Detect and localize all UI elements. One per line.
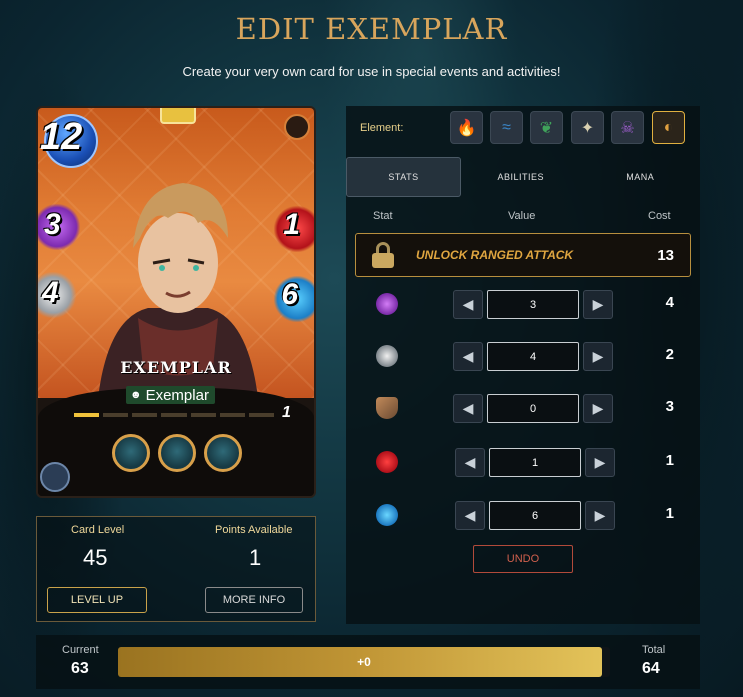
level-segment (103, 413, 129, 417)
stat-column-header: Stat (373, 210, 393, 222)
card-melee-value: 4 (42, 276, 59, 309)
points-delta-label: +0 (357, 655, 371, 669)
armor-shield-icon (376, 397, 398, 419)
death-element-icon[interactable]: ☠ (611, 111, 644, 144)
element-label: Element: (360, 122, 404, 134)
mask-icon: ☻ (130, 389, 142, 401)
total-points-label: Total (642, 644, 666, 656)
points-summary-bar: Current 63 +0 Total 64 (36, 635, 700, 689)
health-cost: 1 (665, 452, 674, 469)
decrease-health-button[interactable]: ◀ (455, 448, 485, 477)
unlock-ranged-label: UNLOCK RANGED ATTACK (416, 248, 574, 262)
points-available-value: 1 (249, 545, 262, 570)
points-available-label: Points Available (215, 524, 293, 536)
level-segment (161, 413, 187, 417)
robot-icon (204, 434, 242, 472)
health-heart-icon (376, 451, 398, 473)
decrease-speed-button[interactable]: ◀ (455, 501, 485, 530)
tab-stats[interactable]: STATS (346, 157, 461, 197)
magic-cost: 4 (665, 294, 674, 311)
card-level-number: 1 (282, 404, 291, 421)
speed-boot-icon (376, 504, 398, 526)
stat-row-health: ◀ ▶ 1 (346, 446, 700, 478)
melee-cost: 2 (665, 346, 674, 363)
total-points-value: 64 (642, 660, 660, 677)
level-segment (132, 413, 158, 417)
level-up-button[interactable]: LEVEL UP (47, 587, 147, 613)
unlock-ranged-attack-button[interactable]: UNLOCK RANGED ATTACK 13 (355, 233, 691, 277)
value-column-header: Value (508, 210, 536, 222)
more-info-button[interactable]: MORE INFO (205, 587, 303, 613)
speed-cost: 1 (665, 505, 674, 522)
level-segment (248, 413, 274, 417)
earth-element-icon[interactable]: ❦ (530, 111, 563, 144)
increase-magic-button[interactable]: ▶ (583, 290, 613, 319)
card-preview: 12 3 4 1 6 EXEMPLAR ☻ Exemplar 1 (36, 106, 316, 498)
cost-column-header: Cost (648, 210, 671, 222)
lock-icon (372, 242, 394, 268)
card-type-badge: ☻ Exemplar (126, 386, 215, 404)
decrease-magic-button[interactable]: ◀ (453, 290, 483, 319)
card-health-value: 1 (283, 208, 300, 241)
unlock-ranged-cost: 13 (657, 247, 674, 264)
tab-abilities[interactable]: ABILITIES (461, 157, 581, 197)
stat-row-armor: ◀ ▶ 3 (346, 392, 700, 424)
editor-panel: Element: 🔥 ≈ ❦ ✦ ☠ ◐ STATS ABILITIES MAN… (346, 106, 700, 624)
card-level-value: 45 (83, 545, 108, 570)
card-name: EXEMPLAR (120, 358, 232, 377)
increase-speed-button[interactable]: ▶ (585, 501, 615, 530)
melee-attack-icon (376, 345, 398, 367)
card-mana-value: 12 (40, 116, 83, 158)
card-speed-value: 6 (281, 278, 298, 311)
stat-row-magic: ◀ ▶ 4 (346, 288, 700, 320)
card-level-label: Card Level (71, 524, 125, 536)
current-points-value: 63 (71, 660, 89, 677)
level-segment (219, 413, 245, 417)
sun-blast-icon (112, 434, 150, 472)
increase-melee-button[interactable]: ▶ (583, 342, 613, 371)
stat-row-speed: ◀ ▶ 1 (346, 499, 700, 531)
water-element-icon[interactable]: ≈ (490, 111, 523, 144)
card-magic-value: 3 (44, 208, 61, 241)
level-panel: Card Level 45 Points Available 1 LEVEL U… (36, 516, 316, 622)
editor-tabs: STATS ABILITIES MANA (346, 157, 700, 197)
element-selector: Element: 🔥 ≈ ❦ ✦ ☠ ◐ (346, 106, 700, 150)
armor-cost: 3 (665, 398, 674, 415)
level-segment (74, 413, 100, 417)
level-segment (190, 413, 216, 417)
neutral-element-icon[interactable]: ◐ (652, 111, 685, 144)
shatter-icon (158, 434, 196, 472)
rarity-gem-icon (160, 108, 196, 124)
melee-value-input[interactable] (487, 342, 579, 371)
decrease-armor-button[interactable]: ◀ (453, 394, 483, 423)
increase-armor-button[interactable]: ▶ (583, 394, 613, 423)
magic-value-input[interactable] (487, 290, 579, 319)
speed-value-input[interactable] (489, 501, 581, 530)
magic-attack-icon (376, 293, 398, 315)
points-progress-bar: +0 (118, 647, 610, 677)
armor-value-input[interactable] (487, 394, 579, 423)
neutral-element-icon (284, 114, 310, 140)
stat-row-melee: ◀ ▶ 2 (346, 340, 700, 372)
life-element-icon[interactable]: ✦ (571, 111, 604, 144)
health-value-input[interactable] (489, 448, 581, 477)
decrease-melee-button[interactable]: ◀ (453, 342, 483, 371)
card-level-progress (74, 413, 274, 417)
increase-health-button[interactable]: ▶ (585, 448, 615, 477)
current-points-label: Current (62, 644, 99, 656)
page-subtitle: Create your very own card for use in spe… (182, 64, 561, 79)
page-title: EDIT EXEMPLAR (235, 12, 508, 46)
edition-badge-icon (40, 462, 70, 492)
fire-element-icon[interactable]: 🔥 (450, 111, 483, 144)
undo-button[interactable]: UNDO (473, 545, 573, 573)
card-type-label: Exemplar (145, 386, 209, 404)
tab-mana[interactable]: MANA (581, 157, 701, 197)
